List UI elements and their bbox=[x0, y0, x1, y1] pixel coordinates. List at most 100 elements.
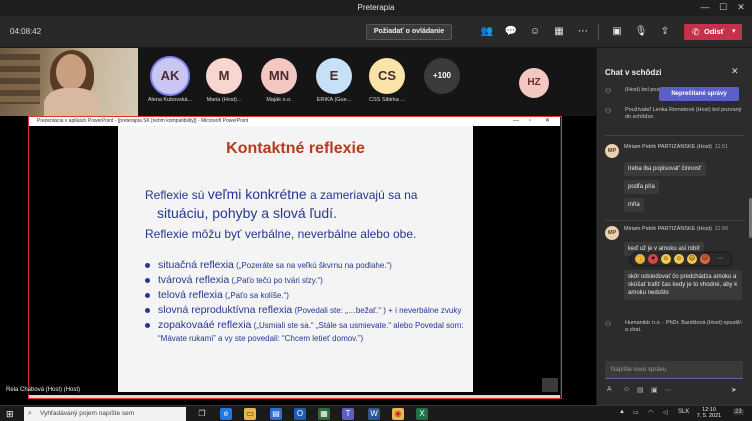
minimize-icon[interactable]: — bbox=[698, 2, 712, 12]
reactions-icon[interactable]: ☺ bbox=[528, 25, 542, 39]
clock-date: 7. 5. 2021 bbox=[696, 413, 722, 419]
like-reaction-icon[interactable]: 👍 bbox=[635, 254, 645, 264]
fullscreen-icon[interactable] bbox=[542, 378, 558, 392]
reaction-bar: 👍 ♥ ☺ ☺ ☹ ☹ ⋯ bbox=[631, 253, 731, 265]
slide-line-1c: a zameriavajú sa na bbox=[306, 188, 418, 202]
video-person-face bbox=[56, 54, 86, 90]
notification-badge[interactable]: 23 bbox=[733, 409, 744, 415]
ppt-close-icon[interactable]: ✕ bbox=[545, 117, 550, 126]
more-options-icon[interactable]: ⋯ bbox=[665, 386, 672, 394]
edge-icon[interactable]: e bbox=[220, 408, 232, 420]
close-chat-icon[interactable]: ✕ bbox=[731, 66, 739, 77]
photos-icon[interactable]: ▦ bbox=[318, 408, 330, 420]
powerpoint-title: Prezentácia v aplikácii PowerPoint - [pr… bbox=[37, 118, 249, 124]
title-bar: Preterapia — ☐ ✕ bbox=[0, 0, 752, 16]
bullet-label: zopakovaáé reflexia bbox=[158, 319, 252, 331]
more-actions-icon[interactable]: ⋯ bbox=[576, 25, 590, 39]
format-icon[interactable]: A bbox=[607, 386, 612, 393]
slide-line-1b: veľmi konkrétne bbox=[207, 186, 307, 202]
participant-avatar-hz[interactable]: HZ bbox=[519, 68, 549, 98]
participant-tile[interactable]: E ERIKA (Gue... bbox=[306, 58, 362, 103]
message-avatar: MP bbox=[605, 226, 619, 240]
taskbar-search-input[interactable]: ⌕ Vyhľadávaný pojem napíšte sem bbox=[24, 407, 186, 421]
chevron-down-icon[interactable]: ▾ bbox=[732, 24, 736, 40]
ppt-maximize-icon[interactable]: ▫ bbox=[529, 117, 531, 126]
chat-title: Chat v schôdzi bbox=[605, 68, 662, 77]
rooms-icon[interactable]: ▦ bbox=[552, 25, 566, 39]
excel-icon[interactable]: X bbox=[416, 408, 428, 420]
video-background-shelf bbox=[0, 54, 40, 104]
task-view-icon[interactable]: ❐ bbox=[196, 408, 208, 420]
participant-name: Maria (Host)... bbox=[206, 97, 242, 103]
teams-icon[interactable]: T bbox=[342, 408, 354, 420]
chrome-icon[interactable]: ◉ bbox=[392, 408, 404, 420]
bullet-label: telová reflexia bbox=[158, 289, 223, 301]
windows-start-icon[interactable]: ⊞ bbox=[6, 409, 14, 420]
powerpoint-window: Prezentácia v aplikácii PowerPoint - [pr… bbox=[28, 116, 562, 399]
participant-video[interactable] bbox=[0, 48, 138, 116]
send-icon[interactable]: ➤ bbox=[731, 386, 737, 394]
sad-reaction-icon[interactable]: ☹ bbox=[687, 254, 697, 264]
taskbar-clock[interactable]: 12:10 7. 5. 2021 bbox=[695, 407, 723, 419]
leave-label: Odísť bbox=[704, 27, 725, 36]
bullet-quote: („Paťo tečú po tvári slzy.“) bbox=[229, 276, 323, 285]
toolbar-separator bbox=[598, 24, 599, 40]
maximize-icon[interactable]: ☐ bbox=[716, 2, 730, 13]
participants-icon[interactable]: 👥 bbox=[480, 25, 494, 39]
person-add-icon: ⚇ bbox=[605, 108, 612, 115]
angry-reaction-icon[interactable]: ☹ bbox=[700, 254, 710, 264]
slide-bullet: tvárová reflexia („Paťo tečú po tvári sl… bbox=[145, 274, 465, 287]
slide-line-1a: Reflexie sú bbox=[145, 188, 208, 202]
teams-meeting-window: Preterapia — ☐ ✕ 04:08:42 Požiadať o ovl… bbox=[0, 0, 752, 421]
slide-bullet: zopakovaáé reflexia („Usmiali ste sa.“ „… bbox=[145, 319, 465, 345]
wifi-icon[interactable]: ◠ bbox=[648, 409, 653, 416]
word-icon[interactable]: W bbox=[368, 408, 380, 420]
message-time: 11:51 bbox=[714, 144, 729, 150]
request-control-button[interactable]: Požiadať o ovládanie bbox=[366, 24, 452, 40]
meeting-timer: 04:08:42 bbox=[10, 27, 42, 36]
heart-reaction-icon[interactable]: ♥ bbox=[648, 254, 658, 264]
chat-message[interactable]: skôr odsledovať čo predchádza amoku a sk… bbox=[624, 270, 742, 300]
bullet-label: tvárová reflexia bbox=[158, 274, 230, 286]
participant-tile[interactable]: CS CSS Sibirka ... bbox=[359, 58, 415, 103]
more-participants-button[interactable]: +100 bbox=[424, 58, 460, 94]
surprised-reaction-icon[interactable]: ☺ bbox=[674, 254, 684, 264]
participant-name: Alena Kubovská... bbox=[147, 97, 193, 103]
participant-tile[interactable]: MN Maják n.o. bbox=[251, 58, 307, 103]
search-icon: ⌕ bbox=[28, 410, 32, 417]
participant-avatar: AK bbox=[152, 58, 188, 94]
chat-icon[interactable]: 💬 bbox=[504, 25, 518, 39]
leave-button[interactable]: ✆ Odísť ▾ bbox=[684, 24, 742, 40]
participant-tile[interactable]: AK Alena Kubovská... bbox=[142, 58, 198, 103]
sticker-icon[interactable]: ▣ bbox=[651, 386, 658, 394]
message-meta: Miriam Petrik PARTIZÁNSKE (Host) 11:51 bbox=[624, 144, 734, 151]
share-screen-icon[interactable]: ⇪ bbox=[658, 25, 672, 39]
message-meta: Miriam Petrik PARTIZÁNSKE (Host) 11:56 bbox=[624, 226, 734, 233]
outlook-icon[interactable]: O bbox=[294, 408, 306, 420]
bullet-quote: (Povedali ste: „…bežať.“ ) + i neverbáln… bbox=[292, 306, 462, 315]
volume-icon[interactable]: ◁ bbox=[663, 409, 668, 416]
participant-tile[interactable]: M Maria (Host)... bbox=[196, 58, 252, 103]
phone-icon: ✆ bbox=[692, 27, 700, 37]
chat-message[interactable]: podľa pňa bbox=[624, 180, 659, 194]
chat-message[interactable]: treba iba popisovat' činnost' bbox=[624, 162, 706, 176]
store-icon[interactable]: ▤ bbox=[270, 408, 282, 420]
chat-message[interactable]: mňa bbox=[624, 198, 644, 212]
tray-chevron-icon[interactable]: ▲ bbox=[619, 409, 625, 415]
chat-message-input[interactable]: Napíšte novú správu bbox=[605, 361, 743, 379]
slide: Kontaktné reflexie Reflexie sú veľmi kon… bbox=[118, 126, 473, 392]
language-indicator[interactable]: SLK bbox=[678, 409, 689, 415]
network-icon[interactable]: ▭ bbox=[633, 409, 639, 416]
emoji-icon[interactable]: ☺ bbox=[623, 386, 630, 393]
laugh-reaction-icon[interactable]: ☺ bbox=[661, 254, 671, 264]
mic-off-icon[interactable]: 🎙 bbox=[634, 25, 648, 39]
camera-off-icon[interactable]: ▣ bbox=[610, 25, 624, 39]
gif-icon[interactable]: ▤ bbox=[637, 386, 644, 394]
file-explorer-icon[interactable]: ▭ bbox=[244, 408, 256, 420]
ppt-minimize-icon[interactable]: — bbox=[513, 117, 519, 126]
chat-divider bbox=[605, 135, 745, 136]
system-message: ⚇ Používateľ Lenka Remetová (Host) bol p… bbox=[605, 107, 745, 121]
unread-messages-button[interactable]: Neprečítané správy bbox=[659, 87, 739, 101]
close-window-icon[interactable]: ✕ bbox=[734, 2, 748, 13]
more-reactions-icon[interactable]: ⋯ bbox=[715, 254, 725, 264]
